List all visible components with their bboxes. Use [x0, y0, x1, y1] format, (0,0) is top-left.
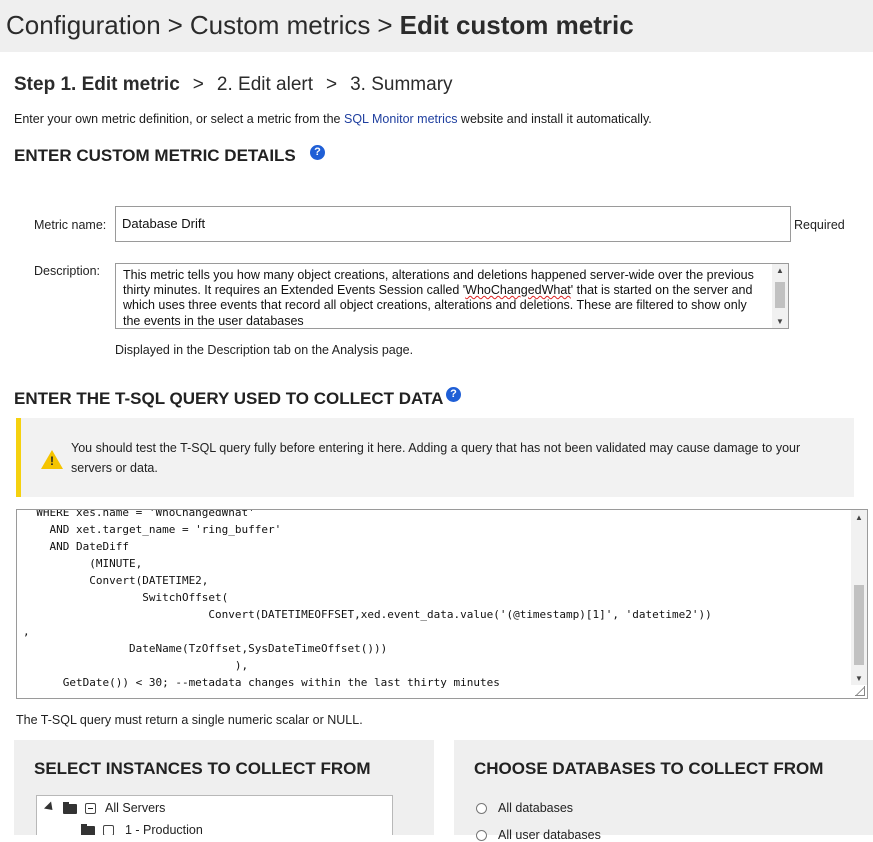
- scroll-down-arrow-icon[interactable]: ▼: [851, 674, 867, 683]
- description-label: Description:: [34, 264, 100, 278]
- instances-heading: SELECT INSTANCES TO COLLECT FROM: [34, 759, 371, 778]
- tsql-query-editor[interactable]: WHERE xes.name = 'WhoChangedWhat' AND xe…: [16, 509, 868, 699]
- checkbox-partial[interactable]: [85, 803, 96, 814]
- description-scrollbar[interactable]: ▲ ▼: [772, 264, 788, 328]
- help-icon[interactable]: ?: [446, 387, 461, 402]
- scroll-up-arrow-icon[interactable]: ▲: [851, 513, 867, 522]
- breadcrumb: Configuration > Custom metrics > Edit custom…: [6, 10, 634, 41]
- tree-item-label: 1 - Production: [125, 823, 203, 835]
- tree-item-label: All Servers: [105, 801, 166, 815]
- query-scrollbar[interactable]: ▲ ▼: [851, 510, 867, 685]
- metric-name-input[interactable]: Database Drift: [115, 206, 791, 242]
- intro-text-end: website and install it automatically.: [457, 112, 652, 126]
- radio-label: All user databases: [498, 828, 601, 842]
- intro-text-start: Enter your own metric definition, or sel…: [14, 112, 344, 126]
- metric-name-label: Metric name:: [34, 218, 107, 232]
- warning-icon: !: [41, 450, 63, 469]
- step-separator: >: [192, 74, 204, 95]
- expand-arrow-icon[interactable]: [43, 801, 57, 814]
- radio-all-databases[interactable]: [476, 803, 487, 814]
- custom-metric-details-heading: ENTER CUSTOM METRIC DETAILS: [14, 146, 296, 165]
- description-text: This metric tells you how many object cr…: [123, 268, 754, 328]
- step-edit-metric: Step 1. Edit metric: [14, 74, 180, 95]
- breadcrumb-separator: >: [167, 10, 183, 40]
- tsql-query-code: WHERE xes.name = 'WhoChangedWhat' AND xe…: [23, 509, 712, 689]
- scrollbar-thumb[interactable]: [775, 282, 785, 308]
- breadcrumb-bar: Configuration > Custom metrics > Edit custom…: [0, 0, 873, 52]
- step-separator: >: [326, 74, 338, 95]
- warning-text: You should test the T-SQL query fully be…: [71, 441, 801, 475]
- scroll-up-arrow-icon[interactable]: ▲: [772, 266, 788, 275]
- checkbox[interactable]: [103, 825, 114, 835]
- breadcrumb-current-page: Edit custom metric: [399, 10, 634, 40]
- tsql-query-heading: ENTER THE T-SQL QUERY USED TO COLLECT DA…: [14, 389, 444, 408]
- instances-tree: All Servers 1 - Production: [36, 795, 393, 835]
- databases-heading: CHOOSE DATABASES TO COLLECT FROM: [474, 759, 824, 778]
- required-label: Required: [794, 218, 845, 232]
- breadcrumb-configuration[interactable]: Configuration: [6, 10, 161, 40]
- scrollbar-thumb[interactable]: [854, 585, 864, 665]
- step-edit-alert: 2. Edit alert: [216, 74, 313, 95]
- databases-panel: CHOOSE DATABASES TO COLLECT FROM All dat…: [454, 740, 873, 842]
- description-hint: Displayed in the Description tab on the …: [115, 343, 414, 357]
- spellcheck-underline: WhoChangedWhat: [465, 283, 571, 298]
- description-textarea[interactable]: This metric tells you how many object cr…: [115, 263, 789, 329]
- warning-banner: ! You should test the T-SQL query fully …: [16, 418, 854, 497]
- folder-icon: [81, 824, 95, 835]
- sql-monitor-metrics-link[interactable]: SQL Monitor metrics: [344, 112, 457, 126]
- intro-text: Enter your own metric definition, or sel…: [14, 112, 652, 126]
- scroll-down-arrow-icon[interactable]: ▼: [772, 317, 788, 326]
- step-summary: 3. Summary: [350, 74, 453, 95]
- breadcrumb-custom-metrics[interactable]: Custom metrics: [190, 10, 371, 40]
- radio-all-user-databases[interactable]: [476, 830, 487, 841]
- radio-label: All databases: [498, 801, 574, 815]
- instances-panel: SELECT INSTANCES TO COLLECT FROM All Ser…: [14, 740, 434, 835]
- query-hint: The T-SQL query must return a single num…: [16, 713, 363, 727]
- resize-grip-icon[interactable]: [855, 686, 865, 696]
- folder-icon: [63, 802, 77, 814]
- breadcrumb-separator: >: [377, 10, 393, 40]
- wizard-steps: Step 1. Edit metric >2. Edit alert >3. Sum…: [14, 74, 453, 96]
- help-icon[interactable]: ?: [310, 145, 325, 160]
